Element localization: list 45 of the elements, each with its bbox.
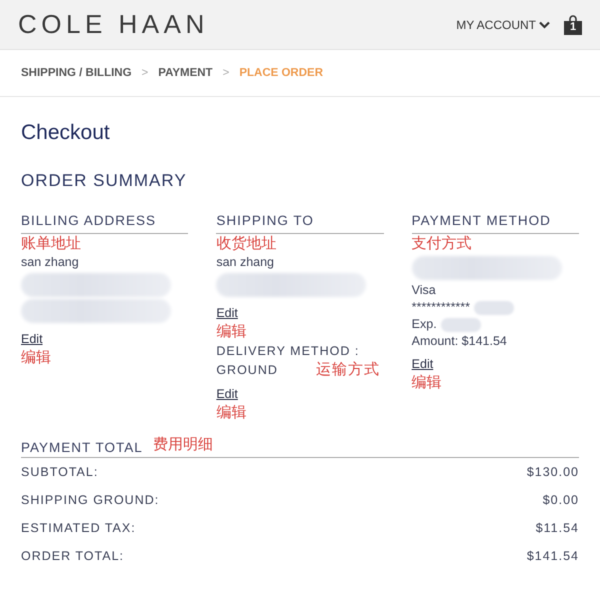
chevron-icon: [539, 20, 550, 28]
column-heading: SHIPPING TO: [216, 213, 384, 234]
separator: >: [222, 67, 230, 79]
edit-link[interactable]: Edit: [216, 305, 238, 322]
detail-text: san zhang: [216, 254, 276, 271]
delivery-text: GROUND: [216, 362, 278, 379]
edit-link[interactable]: Edit: [216, 386, 238, 403]
detail-text: ************: [412, 299, 470, 316]
section-heading: ORDER SUMMARY: [21, 171, 188, 191]
breadcrumb-step[interactable]: PAYMENT: [158, 67, 213, 79]
section-heading: PAYMENT TOTAL: [21, 440, 143, 455]
total-value: $11.54: [536, 521, 579, 535]
detail-text: Amount: $141.54: [412, 333, 508, 350]
total-value: $130.00: [526, 465, 579, 479]
edit-link[interactable]: Edit: [412, 356, 434, 373]
annotation: 编辑: [412, 373, 443, 393]
annotation: 编辑: [216, 322, 248, 342]
account-menu[interactable]: MY ACCOUNT: [456, 18, 550, 32]
total-value: $141.54: [526, 549, 579, 563]
edit-link[interactable]: Edit: [21, 331, 43, 348]
total-label: SUBTOTAL:: [21, 465, 98, 479]
detail-text: Visa: [412, 282, 437, 299]
annotation: 编辑: [216, 403, 248, 423]
detail-text: san zhang: [21, 254, 80, 271]
cart-count: 1: [568, 20, 578, 32]
annotation: 费用明细: [152, 435, 213, 455]
column-heading: PAYMENT METHOD: [412, 213, 579, 234]
total-label: SHIPPING GROUND:: [21, 493, 160, 507]
total-label: ORDER TOTAL:: [21, 549, 124, 563]
annotation: 运输方式: [316, 360, 380, 380]
total-label: ESTIMATED TAX:: [21, 521, 136, 535]
page-title: Checkout: [21, 121, 111, 145]
annotation: 支付方式: [412, 234, 473, 254]
redaction-blur: [440, 318, 481, 332]
annotation: 账单地址: [21, 234, 82, 254]
detail-text: Exp.: [412, 316, 437, 333]
column-heading: BILLING ADDRESS: [21, 213, 188, 234]
total-value: $0.00: [542, 493, 579, 507]
annotation: 收货地址: [216, 234, 278, 254]
delivery-text: DELIVERY METHOD :: [216, 343, 360, 360]
redaction-blur: [474, 300, 514, 314]
brand-logo[interactable]: COLE HAAN: [18, 9, 209, 40]
separator: >: [142, 67, 148, 79]
annotation: 编辑: [21, 348, 52, 368]
breadcrumb-step[interactable]: SHIPPING / BILLING: [21, 67, 132, 79]
